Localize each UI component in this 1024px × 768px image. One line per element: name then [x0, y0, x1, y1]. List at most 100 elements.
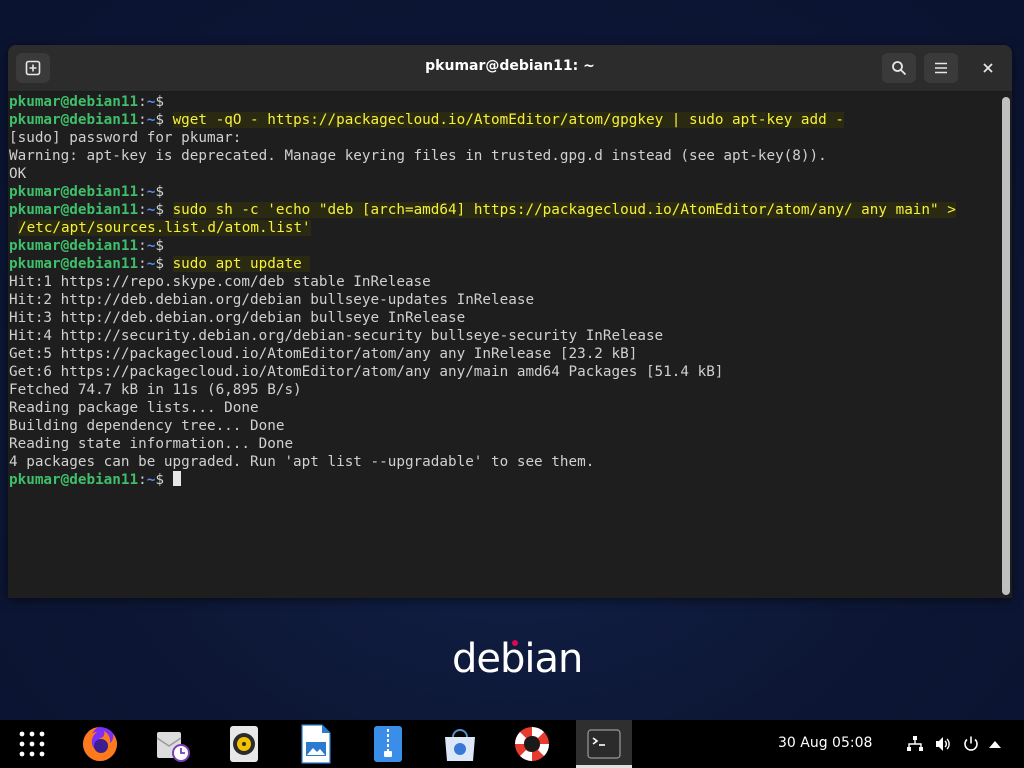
- mail-button[interactable]: [152, 724, 192, 764]
- terminal-output-line: /etc/apt/sources.list.d/atom.list': [9, 219, 999, 237]
- prompt-symbol: $: [155, 184, 164, 200]
- taskbar: 30 Aug 05:08: [0, 720, 1024, 768]
- hamburger-icon: [935, 62, 947, 74]
- software-store-icon: [445, 729, 475, 761]
- help-lifebuoy-icon: [515, 727, 549, 761]
- output-text: Building dependency tree... Done: [9, 418, 285, 434]
- prompt-symbol: $: [155, 202, 164, 218]
- prompt-colon: :: [138, 94, 147, 110]
- terminal-button[interactable]: [576, 720, 632, 768]
- terminal-prompt-line: pkumar@debian11:~$ sudo apt update: [9, 255, 999, 273]
- scrollbar-thumb[interactable]: [1002, 97, 1010, 595]
- terminal-output-line: Hit:4 http://security.debian.org/debian-…: [9, 327, 999, 345]
- prompt-colon: :: [138, 256, 147, 272]
- rhythmbox-button[interactable]: [224, 724, 264, 764]
- software-store-button[interactable]: [440, 724, 480, 764]
- command-text: sudo sh -c 'echo "deb [arch=amd64] https…: [172, 202, 956, 218]
- terminal-prompt-line: pkumar@debian11:~$: [9, 183, 999, 201]
- command-text: sudo apt update: [172, 256, 311, 272]
- prompt-user-host: pkumar@debian11: [9, 202, 139, 218]
- app-grid-icon: [19, 731, 45, 757]
- volume-icon: [936, 737, 950, 751]
- window-titlebar[interactable]: pkumar@debian11: ~: [8, 45, 1012, 92]
- terminal-output-line: Get:5 https://packagecloud.io/AtomEditor…: [9, 345, 999, 363]
- output-text: Reading state information... Done: [9, 436, 294, 452]
- firefox-button[interactable]: [80, 724, 120, 764]
- output-text: [sudo] password for pkumar:: [9, 130, 242, 146]
- terminal-output-line: Get:6 https://packagecloud.io/AtomEditor…: [9, 363, 999, 381]
- terminal-output-line: Building dependency tree... Done: [9, 417, 999, 435]
- prompt-colon: :: [138, 202, 147, 218]
- firefox-icon: [83, 727, 117, 761]
- output-text: Get:6 https://packagecloud.io/AtomEditor…: [9, 364, 724, 380]
- text-cursor: [172, 471, 181, 486]
- scrollbar[interactable]: [1002, 97, 1010, 595]
- prompt-user-host: pkumar@debian11: [9, 184, 139, 200]
- prompt-user-host: pkumar@debian11: [9, 112, 139, 128]
- prompt-symbol: $: [155, 238, 164, 254]
- clock[interactable]: 30 Aug 05:08: [778, 735, 872, 751]
- search-icon: [892, 61, 907, 76]
- prompt-user-host: pkumar@debian11: [9, 238, 139, 254]
- output-text: Reading package lists... Done: [9, 400, 259, 416]
- archive-button[interactable]: [368, 724, 408, 764]
- app-grid-button[interactable]: [12, 724, 52, 764]
- power-icon: [964, 736, 978, 751]
- impress-button[interactable]: [296, 724, 336, 764]
- command-text: /etc/apt/sources.list.d/atom.list': [18, 220, 311, 236]
- terminal-output-line: OK: [9, 165, 999, 183]
- output-text: 4 packages can be upgraded. Run 'apt lis…: [9, 454, 595, 470]
- libreoffice-impress-icon: [301, 724, 331, 764]
- mail-clock-icon: [156, 732, 190, 762]
- arrow-up-icon: [989, 741, 1001, 748]
- power-button[interactable]: [961, 734, 981, 754]
- terminal-prompt-line: pkumar@debian11:~$ wget -qO - https://pa…: [9, 111, 999, 129]
- terminal-prompt-line: pkumar@debian11:~$ sudo sh -c 'echo "deb…: [9, 201, 999, 219]
- help-button[interactable]: [512, 724, 552, 764]
- output-text: Hit:1 https://repo.skype.com/deb stable …: [9, 274, 431, 290]
- rhythmbox-icon: [230, 726, 258, 762]
- prompt-colon: :: [138, 112, 147, 128]
- window-title: pkumar@debian11: ~: [425, 58, 595, 74]
- close-icon: [983, 63, 993, 73]
- terminal-output-line: Reading state information... Done: [9, 435, 999, 453]
- volume-button[interactable]: [933, 734, 953, 754]
- terminal-output-line: Hit:2 http://deb.debian.org/debian bulls…: [9, 291, 999, 309]
- menu-button[interactable]: [924, 53, 958, 83]
- terminal-output-line: 4 packages can be upgraded. Run 'apt lis…: [9, 453, 999, 471]
- terminal-output-line: [sudo] password for pkumar:: [9, 129, 999, 147]
- prompt-colon: :: [138, 184, 147, 200]
- prompt-symbol: $: [155, 94, 164, 110]
- prompt-symbol: $: [155, 472, 164, 488]
- output-text: Fetched 74.7 kB in 11s (6,895 B/s): [9, 382, 302, 398]
- command-text: wget -qO - https://packagecloud.io/AtomE…: [172, 112, 844, 128]
- terminal-output-line: Hit:1 https://repo.skype.com/deb stable …: [9, 273, 999, 291]
- output-text: Warning: apt-key is deprecated. Manage k…: [9, 148, 827, 164]
- terminal-prompt-line: pkumar@debian11:~$: [9, 471, 999, 489]
- system-menu-button[interactable]: [985, 734, 1005, 754]
- terminal-prompt-line: pkumar@debian11:~$: [9, 237, 999, 255]
- terminal-window: pkumar@debian11: ~ pkumar@debian11:~$ pk…: [8, 45, 1012, 598]
- terminal-output-line: Fetched 74.7 kB in 11s (6,895 B/s): [9, 381, 999, 399]
- output-text: Hit:2 http://deb.debian.org/debian bulls…: [9, 292, 535, 308]
- terminal-prompt-line: pkumar@debian11:~$: [9, 93, 999, 111]
- network-icon: [907, 736, 923, 751]
- terminal-output-line: Hit:3 http://deb.debian.org/debian bulls…: [9, 309, 999, 327]
- output-text: OK: [9, 166, 27, 182]
- terminal-icon: [587, 729, 621, 759]
- prompt-symbol: $: [155, 256, 164, 272]
- close-button[interactable]: [971, 53, 1005, 83]
- terminal-output-line: Warning: apt-key is deprecated. Manage k…: [9, 147, 999, 165]
- output-text: Hit:3 http://deb.debian.org/debian bulls…: [9, 310, 466, 326]
- output-text: Get:5 https://packagecloud.io/AtomEditor…: [9, 346, 638, 362]
- search-button[interactable]: [882, 53, 916, 83]
- terminal-output[interactable]: pkumar@debian11:~$ pkumar@debian11:~$ wg…: [8, 93, 999, 598]
- debian-logo-dot: [512, 640, 518, 646]
- prompt-user-host: pkumar@debian11: [9, 256, 139, 272]
- file-archive-icon: [374, 726, 402, 762]
- prompt-symbol: $: [155, 112, 164, 128]
- terminal-output-line: Reading package lists... Done: [9, 399, 999, 417]
- output-text: Hit:4 http://security.debian.org/debian-…: [9, 328, 664, 344]
- prompt-user-host: pkumar@debian11: [9, 472, 139, 488]
- network-button[interactable]: [905, 734, 925, 754]
